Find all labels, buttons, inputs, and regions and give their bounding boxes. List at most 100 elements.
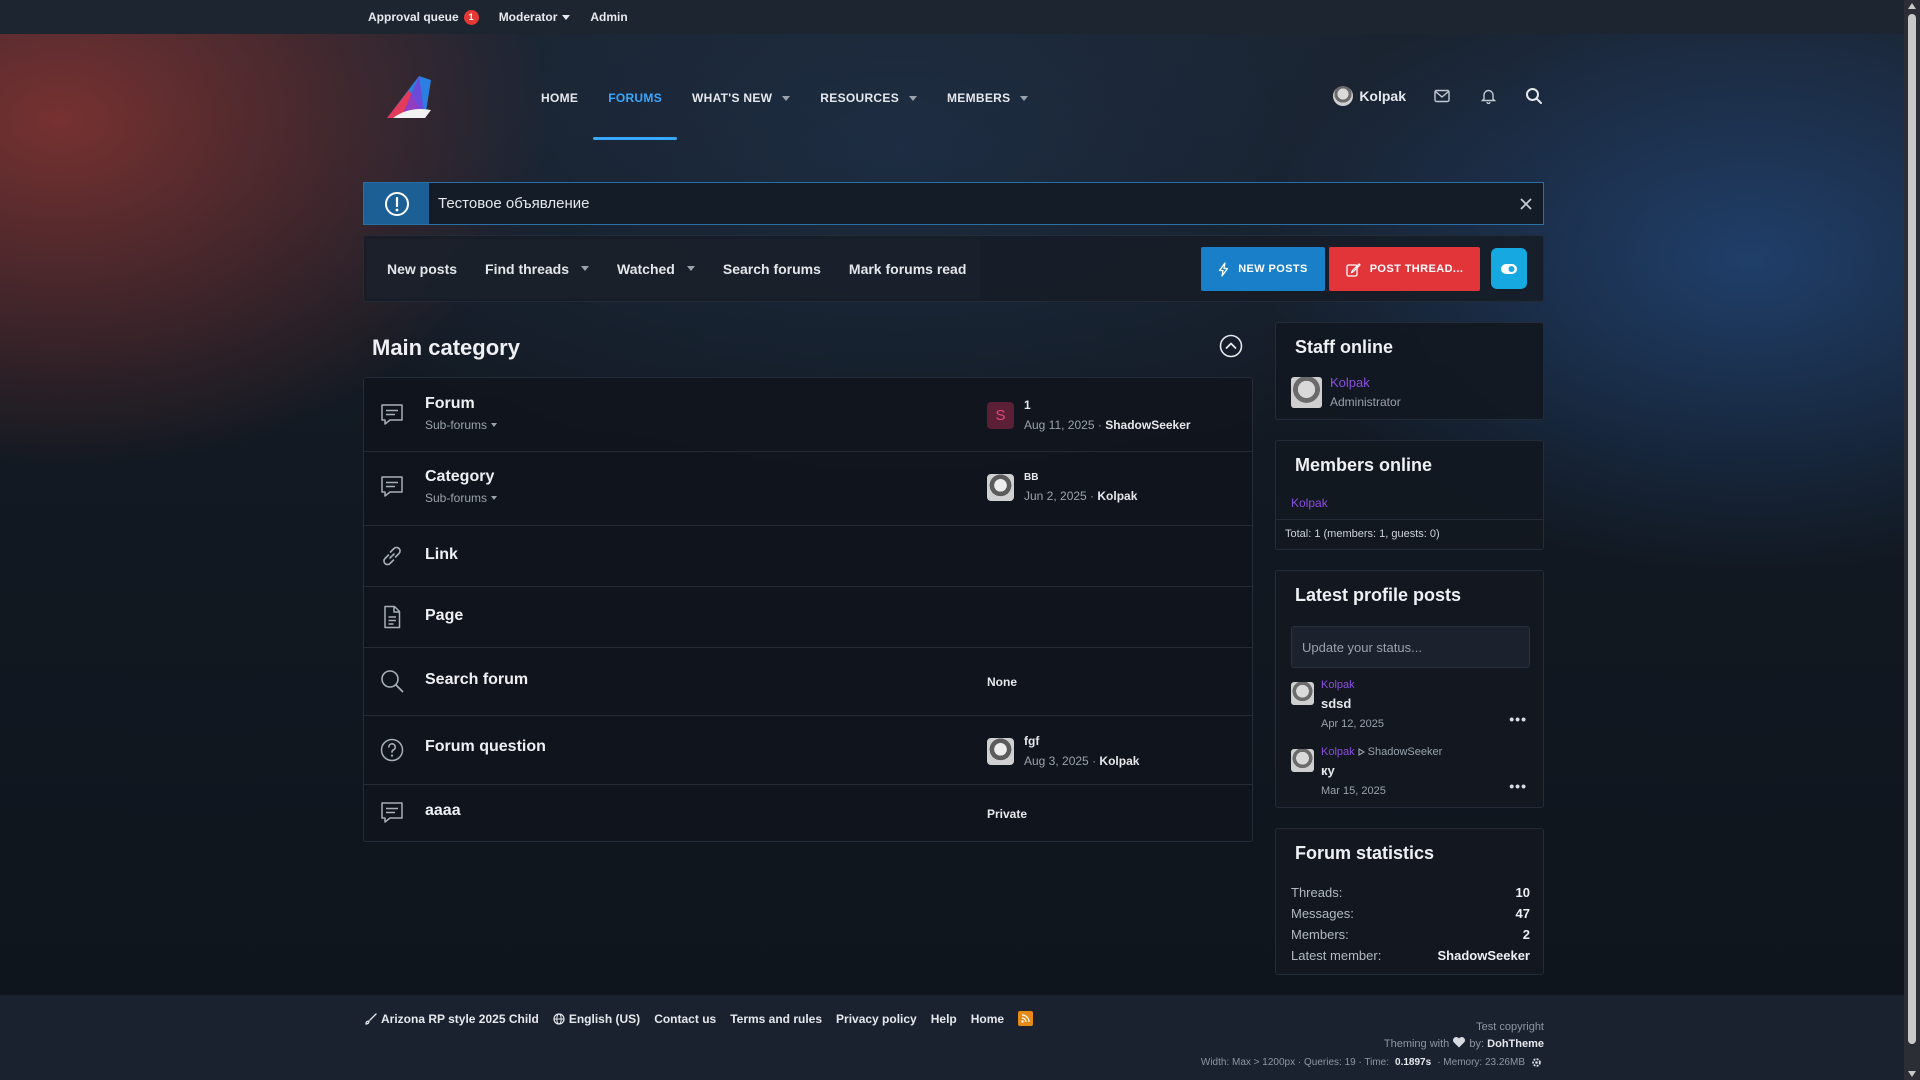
moderator-menu[interactable]: Moderator <box>499 10 571 24</box>
post-date[interactable]: Apr 12, 2025 <box>1321 718 1384 730</box>
last-post-user[interactable]: Kolpak <box>1099 754 1139 768</box>
scroll-up-arrow[interactable] <box>1908 3 1916 9</box>
tab-whats-new[interactable]: WHAT'S NEW <box>677 58 805 138</box>
admin-link[interactable]: Admin <box>590 10 627 24</box>
tab-home[interactable]: HOME <box>526 58 593 138</box>
last-post-user[interactable]: Kolpak <box>1097 489 1137 503</box>
edit-icon <box>1346 262 1361 277</box>
approval-count-badge: 1 <box>463 9 479 25</box>
staff-username[interactable]: Kolpak <box>1330 375 1370 390</box>
collapse-icon[interactable] <box>1219 334 1243 358</box>
post-author[interactable]: Kolpak <box>1321 679 1355 691</box>
avatar[interactable]: S <box>987 401 1014 429</box>
mail-icon <box>1434 89 1450 103</box>
more-menu-icon[interactable]: ••• <box>1509 778 1527 794</box>
admin-label: Admin <box>590 10 628 24</box>
action-bar: New posts Find threads Watched Search fo… <box>363 235 1544 302</box>
new-posts-button[interactable]: NEW POSTS <box>1201 247 1325 291</box>
subforums-toggle[interactable]: Sub-forums <box>425 491 498 505</box>
chevron-down-icon[interactable] <box>686 266 695 271</box>
post-text: ку <box>1321 763 1335 778</box>
node-title[interactable]: Forum question <box>425 738 546 756</box>
node-title[interactable]: Category <box>425 468 494 486</box>
stat-threads: Threads: 10 <box>1291 885 1530 900</box>
last-post-title[interactable]: 1 <box>1024 398 1191 412</box>
block-title[interactable]: Latest profile posts <box>1295 585 1461 606</box>
style-chooser[interactable]: Arizona RP style 2025 Child <box>365 1012 539 1026</box>
last-post-title[interactable]: BB <box>1024 472 1137 483</box>
block-title[interactable]: Staff online <box>1295 337 1393 358</box>
footer-link-help[interactable]: Help <box>931 1012 957 1026</box>
subnav-watched[interactable]: Watched <box>603 261 709 277</box>
rss-icon[interactable] <box>1018 1011 1034 1026</box>
tab-resources[interactable]: RESOURCES <box>805 58 932 138</box>
last-post-title[interactable]: fgf <box>1024 734 1139 748</box>
scroll-thumb[interactable] <box>1908 14 1916 1044</box>
status-input[interactable] <box>1291 626 1530 668</box>
avatar[interactable] <box>1291 682 1314 705</box>
post-thread-label: POST THREAD... <box>1369 263 1464 275</box>
chevron-down-icon[interactable] <box>782 95 791 101</box>
chevron-down-icon[interactable] <box>1020 95 1029 101</box>
forum-list: Main category Forum Sub-forums S 1 Aug 1… <box>363 320 1253 842</box>
forum-icon <box>381 404 403 425</box>
node-title[interactable]: Page <box>425 607 463 625</box>
footer-link-contact[interactable]: Contact us <box>654 1012 716 1026</box>
account-menu[interactable]: Kolpak <box>1333 86 1406 106</box>
avatar[interactable] <box>987 737 1014 765</box>
subforums-toggle[interactable]: Sub-forums <box>425 418 498 432</box>
footer-link-home[interactable]: Home <box>971 1012 1004 1026</box>
alerts-button[interactable] <box>1478 86 1498 106</box>
node-title[interactable]: Link <box>425 546 458 564</box>
subnav-search-forums-label: Search forums <box>722 260 821 277</box>
more-menu-icon[interactable]: ••• <box>1509 711 1527 727</box>
block-title[interactable]: Forum statistics <box>1295 843 1434 864</box>
inbox-button[interactable] <box>1432 86 1452 106</box>
block-title[interactable]: Members online <box>1295 455 1432 476</box>
post-target[interactable]: ShadowSeeker <box>1368 746 1443 758</box>
tab-members[interactable]: MEMBERS <box>932 58 1043 138</box>
subnav-mark-read[interactable]: Mark forums read <box>835 261 980 277</box>
post-thread-button[interactable]: POST THREAD... <box>1329 247 1480 291</box>
gear-icon[interactable] <box>1531 1057 1542 1068</box>
language-chooser[interactable]: English (US) <box>553 1012 640 1026</box>
online-member[interactable]: Kolpak <box>1291 496 1328 510</box>
node-title[interactable]: Forum <box>425 395 475 413</box>
post-date[interactable]: Mar 15, 2025 <box>1321 785 1386 797</box>
last-post: fgf Aug 3, 2025 · Kolpak <box>987 734 1139 768</box>
subnav-find-threads[interactable]: Find threads <box>471 261 603 277</box>
tab-forums[interactable]: FORUMS <box>593 58 677 140</box>
profile-posts-block: Latest profile posts Kolpak sdsd Apr 12,… <box>1275 570 1544 808</box>
logo-icon[interactable] <box>379 70 439 130</box>
post-author[interactable]: Kolpak <box>1321 746 1355 758</box>
footer-link-privacy[interactable]: Privacy policy <box>836 1012 917 1026</box>
approval-queue-link[interactable]: Approval queue 1 <box>368 9 479 25</box>
scroll-down-arrow[interactable] <box>1908 1071 1916 1077</box>
subnav-search-forums[interactable]: Search forums <box>709 261 835 277</box>
new-posts-label: NEW POSTS <box>1238 263 1308 275</box>
stat-members: Members: 2 <box>1291 927 1530 942</box>
page-scrollbar[interactable] <box>1904 0 1920 1080</box>
style-toggle-button[interactable] <box>1491 248 1527 289</box>
post-text: sdsd <box>1321 696 1352 711</box>
search-button[interactable] <box>1524 86 1544 106</box>
category-title[interactable]: Main category <box>372 335 520 361</box>
theme-author-link[interactable]: DohTheme <box>1487 1038 1544 1050</box>
node-search-forum: Search forum None <box>364 648 1252 716</box>
tab-members-label: MEMBERS <box>947 91 1011 105</box>
node-title[interactable]: aaaa <box>425 802 461 820</box>
avatar[interactable] <box>987 474 1014 501</box>
last-post-user[interactable]: ShadowSeeker <box>1105 418 1190 432</box>
footer-link-terms[interactable]: Terms and rules <box>730 1012 822 1026</box>
avatar[interactable] <box>1291 749 1314 772</box>
notice-close-button[interactable] <box>1509 187 1543 221</box>
search-forum-icon <box>381 670 404 693</box>
approval-queue-label: Approval queue <box>368 10 459 24</box>
chevron-down-icon[interactable] <box>581 266 590 271</box>
subnav-new-posts[interactable]: New posts <box>373 261 471 277</box>
avatar[interactable] <box>1291 377 1322 408</box>
chevron-down-icon[interactable] <box>909 95 918 101</box>
latest-member-link[interactable]: ShadowSeeker <box>1438 948 1531 963</box>
node-title[interactable]: Search forum <box>425 671 528 689</box>
stat-value: 2 <box>1522 927 1530 942</box>
